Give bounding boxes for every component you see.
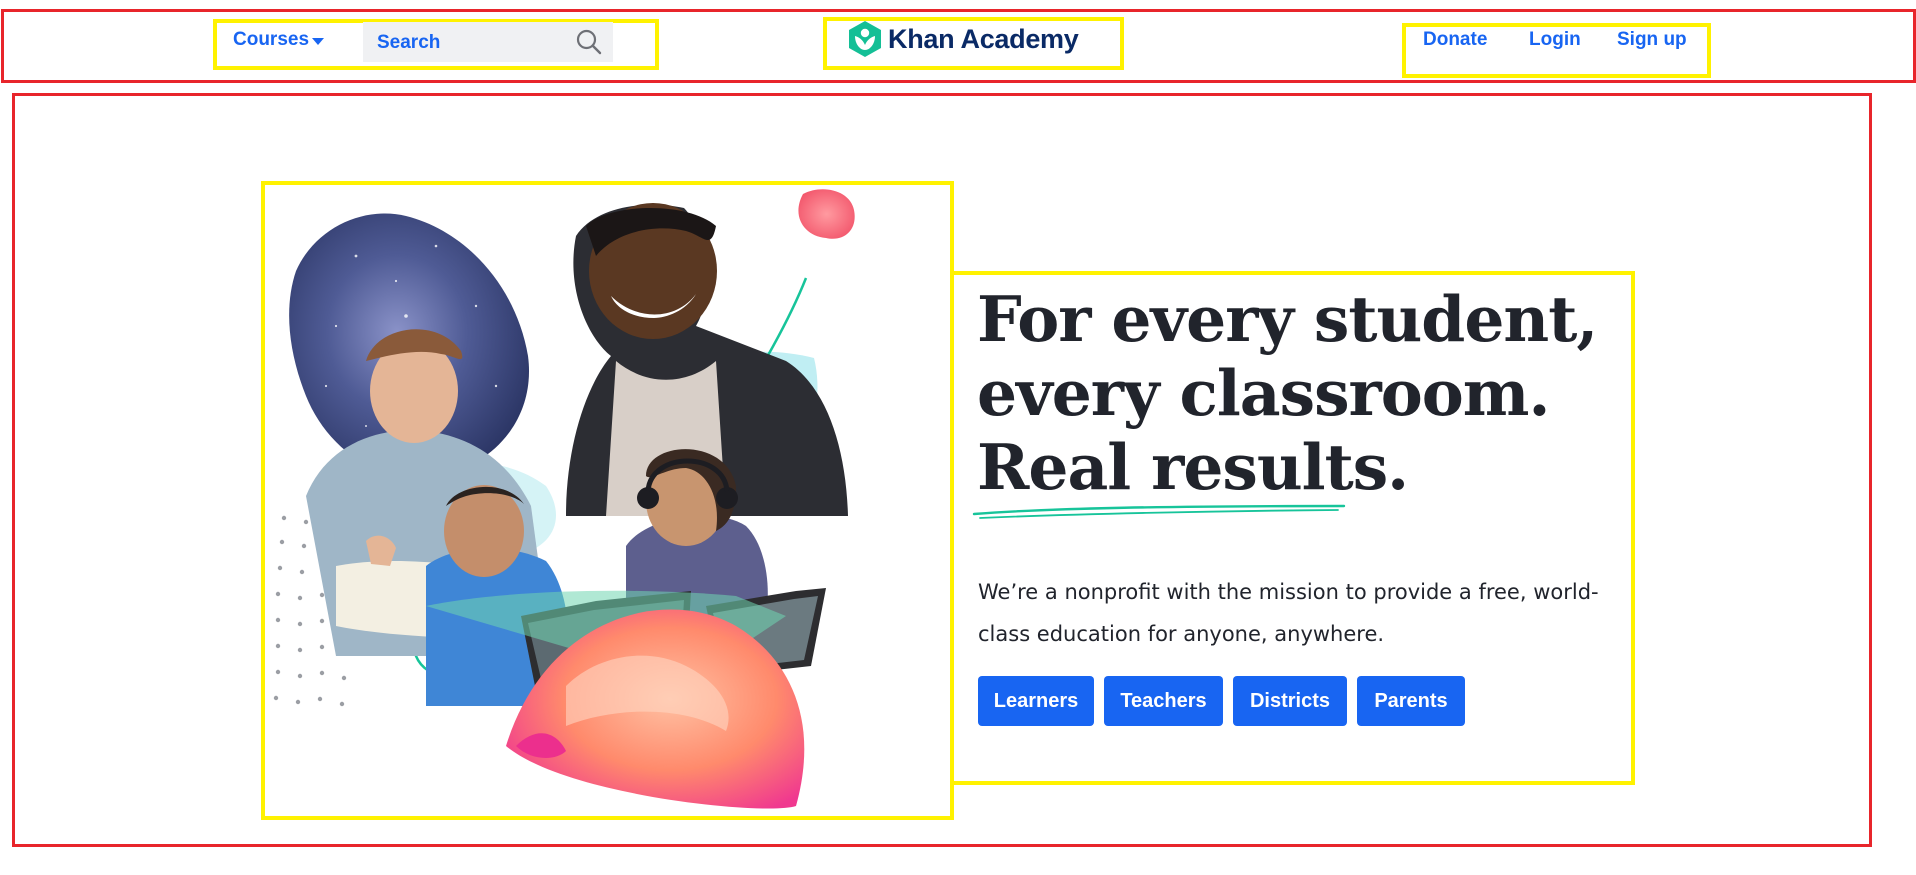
courses-label: Courses <box>233 29 310 50</box>
search-bar[interactable] <box>363 22 613 64</box>
donate-link[interactable]: Donate <box>1423 29 1487 51</box>
logo-text[interactable]: Khan Academy <box>888 24 1079 55</box>
courses-menu-button[interactable]: Courses <box>233 29 309 51</box>
hero-headline: For every student, every classroom. Real… <box>977 282 1598 504</box>
learners-button[interactable]: Learners <box>978 676 1094 726</box>
signup-link[interactable]: Sign up <box>1617 29 1687 51</box>
learners-button-label: Learners <box>993 689 1079 712</box>
headline-line-1: For every student, <box>977 282 1598 356</box>
headline-line-3: Real results. <box>977 430 1409 504</box>
login-link[interactable]: Login <box>1529 29 1581 51</box>
districts-button-label: Districts <box>1249 689 1331 712</box>
search-icon[interactable] <box>575 28 603 56</box>
hero-tagline: We’re a nonprofit with the mission to pr… <box>978 580 1599 646</box>
headline-line-2: every classroom. <box>977 356 1550 430</box>
teachers-button[interactable]: Teachers <box>1104 676 1223 726</box>
headline-underline-decoration <box>972 504 1346 519</box>
teachers-button-label: Teachers <box>1120 689 1207 712</box>
parents-button-label: Parents <box>1374 689 1448 712</box>
districts-button[interactable]: Districts <box>1233 676 1347 726</box>
khan-academy-logo-icon[interactable] <box>848 20 882 58</box>
chevron-down-icon[interactable] <box>312 38 324 45</box>
search-input[interactable] <box>363 22 579 64</box>
parents-button[interactable]: Parents <box>1357 676 1465 726</box>
hero-collage-image <box>273 189 855 809</box>
